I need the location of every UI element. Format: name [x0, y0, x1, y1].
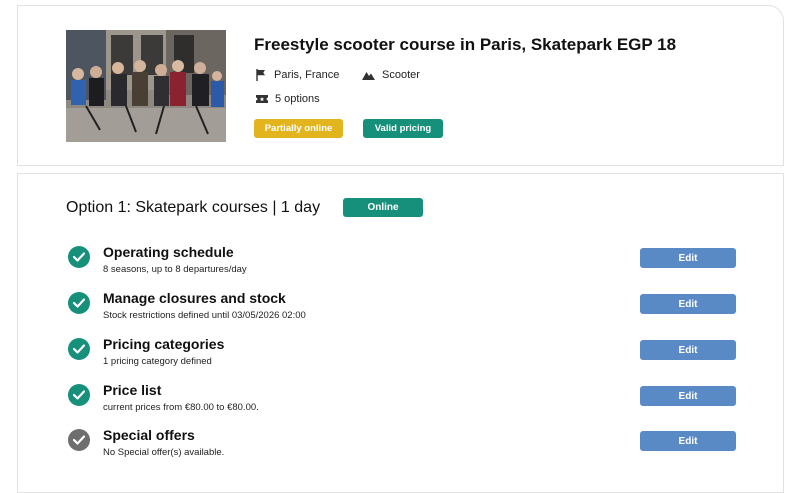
ticket-icon: [256, 94, 268, 104]
options-count-meta: 5 options: [256, 93, 320, 105]
location-meta: Paris, France: [256, 69, 339, 81]
check-circle-icon: [68, 429, 90, 451]
activity-photo[interactable]: [66, 30, 226, 142]
check-circle-icon: [68, 246, 90, 268]
category-text: Scooter: [382, 69, 420, 81]
option-title: Option 1: Skatepark courses | 1 day: [66, 199, 321, 216]
checklist-row-subtitle: No Special offer(s) available.: [103, 447, 225, 458]
partially-online-badge: Partially online: [254, 119, 343, 138]
checklist-row-subtitle: current prices from €80.00 to €80.00.: [103, 402, 259, 413]
location-text: Paris, France: [274, 69, 340, 81]
edit-button[interactable]: Edit: [640, 431, 736, 451]
checklist-row: Price list current prices from €80.00 to …: [18, 382, 783, 422]
checklist-row: Operating schedule 8 seasons, up to 8 dep…: [18, 244, 783, 284]
checklist-row-subtitle: Stock restrictions defined until 03/05/2…: [103, 310, 306, 321]
activity-summary-card: Freestyle scooter course in Paris, Skate…: [17, 5, 784, 166]
checklist-row-title: Manage closures and stock: [103, 290, 286, 306]
edit-button[interactable]: Edit: [640, 248, 736, 268]
checklist-row: Manage closures and stock Stock restricti…: [18, 290, 783, 330]
activity-title: Freestyle scooter course in Paris, Skate…: [254, 35, 677, 54]
online-status-badge: Online: [343, 198, 423, 217]
edit-button[interactable]: Edit: [640, 386, 736, 406]
checklist-row: Special offers No Special offer(s) availa…: [18, 427, 783, 467]
edit-button[interactable]: Edit: [640, 340, 736, 360]
check-circle-icon: [68, 384, 90, 406]
edit-button[interactable]: Edit: [640, 294, 736, 314]
checklist-row-title: Price list: [103, 382, 162, 398]
checklist-row-title: Operating schedule: [103, 244, 234, 260]
mountain-icon: [362, 70, 375, 80]
option-card: Option 1: Skatepark courses | 1 day Onli…: [17, 173, 784, 493]
check-circle-icon: [68, 292, 90, 314]
valid-pricing-badge: Valid pricing: [363, 119, 443, 138]
flag-icon: [256, 69, 267, 81]
checklist-row-title: Special offers: [103, 427, 195, 443]
checklist-row-title: Pricing categories: [103, 336, 225, 352]
check-circle-icon: [68, 338, 90, 360]
category-meta: Scooter: [362, 69, 420, 81]
checklist-row-subtitle: 1 pricing category defined: [103, 356, 212, 367]
options-count-text: 5 options: [275, 93, 320, 105]
group-photo-image: [66, 30, 226, 142]
checklist-row-subtitle: 8 seasons, up to 8 departures/day: [103, 264, 247, 275]
checklist-row: Pricing categories 1 pricing category def…: [18, 336, 783, 376]
